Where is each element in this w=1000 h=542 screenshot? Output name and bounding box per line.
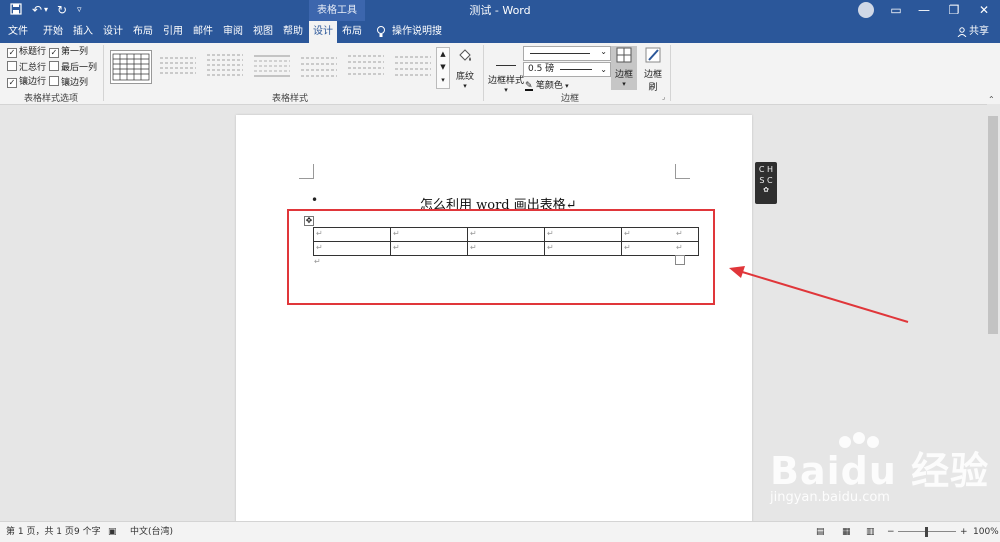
- line-style-select[interactable]: ⌄: [523, 46, 611, 61]
- table-style-grid[interactable]: [110, 50, 152, 84]
- scrollbar-thumb[interactable]: [988, 116, 998, 334]
- user-icon: [956, 21, 968, 43]
- tab-view[interactable]: 视图: [248, 21, 278, 43]
- crop-mark-right: [675, 164, 690, 179]
- group-label-table-style-options: 表格样式选项: [23, 94, 78, 104]
- checkbox-banded-rows[interactable]: ✓ 镶边行: [7, 76, 46, 88]
- tab-insert[interactable]: 插入: [68, 21, 98, 43]
- page-count[interactable]: 第 1 页，共 1 页: [6, 522, 74, 542]
- ribbon-display-icon[interactable]: ▭: [882, 0, 910, 21]
- close-icon[interactable]: ✕: [970, 0, 998, 21]
- table-style-plain-4[interactable]: [299, 50, 339, 82]
- border-styles-button[interactable]: 边框样式 ▾: [488, 47, 524, 94]
- watermark-url: jingyan.baidu.com: [770, 490, 890, 505]
- table-style-plain-6[interactable]: [393, 50, 433, 82]
- zoom-in-icon[interactable]: +: [960, 522, 968, 542]
- gallery-up-icon[interactable]: ▲: [437, 48, 449, 61]
- word-count[interactable]: 9 个字: [74, 522, 101, 542]
- chevron-down-icon: ⌄: [600, 65, 607, 74]
- gallery-more-icon[interactable]: ▾: [437, 74, 449, 87]
- gallery-down-icon[interactable]: ▼: [437, 61, 449, 74]
- zoom-out-icon[interactable]: −: [887, 522, 895, 542]
- tab-mailings[interactable]: 邮件: [188, 21, 218, 43]
- checkbox-banded-columns[interactable]: 镶边列: [49, 76, 88, 89]
- group-label-table-styles: 表格样式: [271, 94, 308, 104]
- tab-table-layout[interactable]: 布局: [338, 21, 366, 43]
- bullet: •: [311, 193, 319, 207]
- tell-me-search[interactable]: 操作说明搜索: [392, 21, 446, 59]
- crop-mark-left: [299, 164, 314, 179]
- tab-review[interactable]: 审阅: [218, 21, 248, 43]
- ribbon: ✓ 标题行 ✓ 第一列 汇总行 最后一列 ✓ 镶边行 镶边列 表格样式选项 ▲ ▼ ▾…: [0, 43, 1000, 105]
- line-weight-select[interactable]: 0.5 磅 ⌄: [523, 62, 611, 77]
- zoom-level[interactable]: 100%: [973, 522, 999, 542]
- minimize-icon[interactable]: —: [910, 0, 938, 21]
- language-indicator[interactable]: 中文(台湾): [130, 522, 173, 542]
- table-style-plain-3[interactable]: [252, 50, 292, 82]
- annotation-arrow-icon: [729, 266, 909, 323]
- tab-help[interactable]: 帮助: [278, 21, 308, 43]
- table-style-plain-5[interactable]: [346, 50, 386, 82]
- window-title: 测试 - Word: [469, 4, 531, 17]
- watermark-brand: Baidu 经验: [770, 449, 990, 493]
- restore-icon[interactable]: ❐: [940, 0, 968, 21]
- lightbulb-icon: [374, 21, 388, 43]
- title-bar: ↶ ▾ ↻ ▿ 表格工具 测试 - Word ▭ — ❐ ✕: [0, 0, 1000, 21]
- read-mode-icon[interactable]: ▤: [816, 522, 825, 542]
- tab-references[interactable]: 引用: [158, 21, 188, 43]
- proofing-icon[interactable]: ▣: [108, 522, 117, 542]
- borders-button[interactable]: 边框 ▾: [611, 46, 637, 90]
- share-button[interactable]: 共享: [968, 21, 990, 43]
- table-style-plain-1[interactable]: [158, 50, 198, 82]
- table-style-plain-2[interactable]: [205, 50, 245, 82]
- collapse-ribbon-icon[interactable]: ⌃: [988, 95, 995, 104]
- border-painter-icon: [644, 47, 662, 67]
- print-layout-icon[interactable]: ▦: [842, 522, 851, 542]
- avatar[interactable]: [858, 2, 874, 18]
- checkbox-last-column[interactable]: 最后一列: [49, 61, 97, 74]
- checkbox-total-row[interactable]: 汇总行: [7, 61, 46, 74]
- annotation-highlight-box: [287, 209, 715, 305]
- chevron-down-icon: ⌄: [600, 47, 607, 56]
- checkbox-first-column[interactable]: ✓ 第一列: [49, 46, 88, 58]
- gallery-scroll[interactable]: ▲ ▼ ▾: [436, 47, 450, 89]
- shading-button[interactable]: 底纹 ▾: [452, 46, 478, 90]
- tab-table-design[interactable]: 设计: [309, 21, 337, 43]
- pen-color-button[interactable]: ✎ 笔颜色 ▾: [525, 78, 569, 91]
- zoom-slider-thumb[interactable]: [925, 527, 928, 537]
- borders-grid-icon: [615, 47, 633, 67]
- tab-design[interactable]: 设计: [98, 21, 128, 43]
- pen-icon: ✎: [525, 81, 533, 91]
- web-layout-icon[interactable]: ▥: [866, 522, 875, 542]
- border-painter-button[interactable]: 边框刷: [640, 46, 666, 93]
- tab-layout[interactable]: 布局: [128, 21, 158, 43]
- checkbox-header-row[interactable]: ✓ 标题行: [7, 46, 46, 58]
- group-label-borders: 边框: [560, 94, 579, 104]
- paint-bucket-icon: [455, 49, 475, 69]
- dialog-launcher-icon[interactable]: ⌟: [662, 93, 665, 101]
- tab-file[interactable]: 文件: [4, 21, 32, 43]
- ribbon-tabs: 文件 开始 插入 设计 布局 引用 邮件 审阅 视图 帮助 设计 布局 操作说明…: [0, 21, 1000, 59]
- ime-toolbar[interactable]: C H S C ✿: [755, 162, 777, 204]
- status-bar: 第 1 页，共 1 页 9 个字 ▣ 中文(台湾) ▤ ▦ ▥ − + 100%: [0, 521, 1000, 542]
- tab-home[interactable]: 开始: [38, 21, 68, 43]
- ime-settings-icon[interactable]: ✿: [755, 186, 777, 194]
